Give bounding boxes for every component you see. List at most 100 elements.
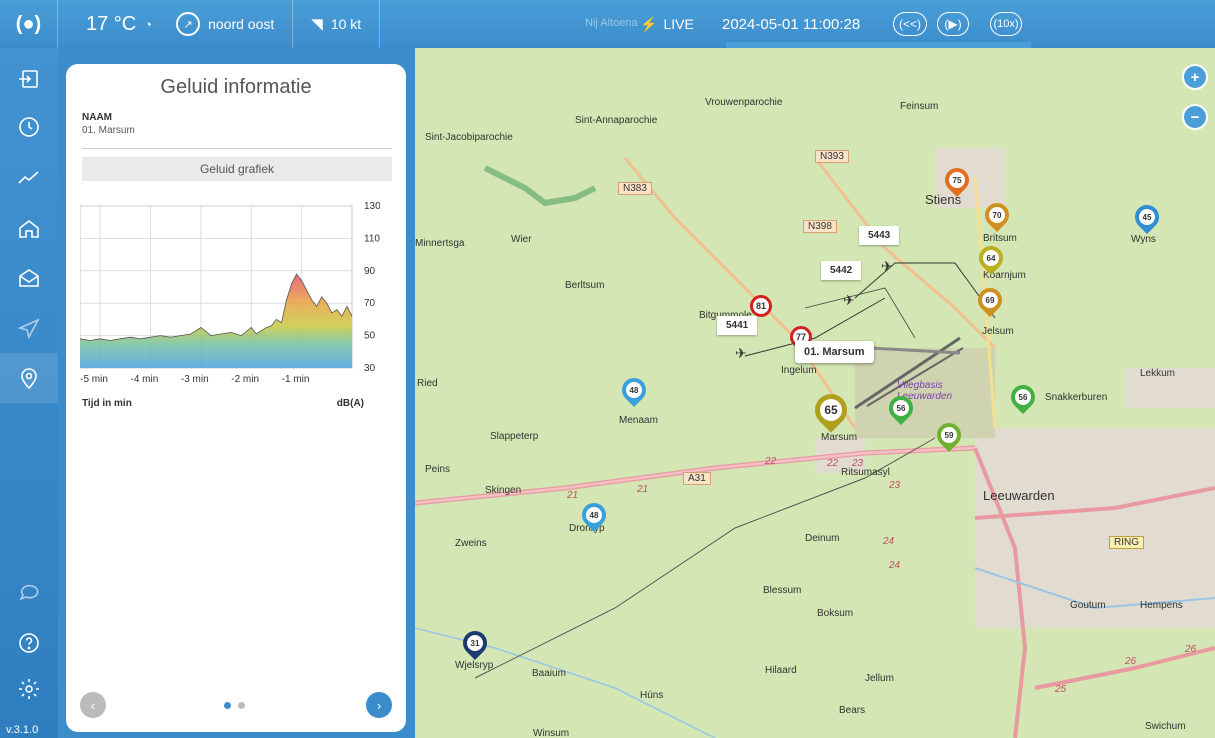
road-label: N398: [803, 220, 837, 233]
place-label: Zweins: [455, 538, 487, 549]
road-number: 24: [889, 560, 901, 571]
road-number: 25: [1055, 684, 1067, 695]
zoom-in-button[interactable]: +: [1182, 64, 1208, 90]
noise-station-pin[interactable]: 45: [1130, 200, 1164, 239]
place-label: Minnertsga: [415, 238, 465, 249]
clock-icon[interactable]: [16, 114, 42, 140]
previous-page-button[interactable]: ‹: [80, 692, 106, 718]
place-label: Blessum: [763, 585, 802, 596]
place-label: Ingelum: [781, 365, 817, 376]
place-label: Menaam: [619, 415, 658, 426]
place-label: Goutum: [1070, 600, 1106, 611]
place-label: Sint-Annaparochie: [575, 115, 658, 126]
speed-badge-button[interactable]: (10x): [990, 12, 1022, 36]
app-version: v.3.1.0: [6, 724, 39, 736]
x-tick-label: -4 min: [131, 374, 159, 385]
place-label: Marsum: [821, 432, 858, 443]
noise-station-pin[interactable]: 69: [973, 283, 1007, 322]
noise-station-pin[interactable]: 48: [577, 498, 611, 537]
place-label: Boksum: [817, 608, 854, 619]
noise-station-pin[interactable]: 56: [884, 391, 918, 430]
zoom-out-button[interactable]: −: [1182, 104, 1208, 130]
temperature-widget: 17 °C ◔: [58, 0, 164, 48]
road-label: N383: [618, 182, 652, 195]
trend-icon[interactable]: [16, 164, 42, 190]
place-label: Swichum: [1145, 721, 1186, 732]
noise-station-pin[interactable]: 31: [458, 626, 492, 665]
noise-station-pin[interactable]: 56: [1006, 380, 1040, 419]
flight-label[interactable]: 5443: [859, 226, 900, 245]
name-value: 01. Marsum: [82, 125, 135, 136]
airplane-icon[interactable]: ✈: [735, 345, 747, 362]
flight-label[interactable]: 5441: [717, 316, 758, 335]
place-label: Wier: [511, 234, 532, 245]
road-number: 23: [852, 458, 864, 469]
wind-direction-widget: ↗ noord oost: [164, 0, 286, 48]
top-bar: (●) 17 °C ◔ ↗ noord oost ◥ 10 kt Nij Alt…: [0, 0, 1215, 48]
place-label: Bears: [839, 705, 866, 716]
road-number: 26: [1185, 644, 1197, 655]
app-logo[interactable]: (●): [0, 0, 58, 48]
noise-graph-button[interactable]: Geluid grafiek: [82, 157, 392, 181]
place-label: Ried: [417, 378, 438, 389]
y-tick-label: 130: [364, 201, 380, 212]
place-label: Ritsumasyl: [841, 467, 890, 478]
page-dot[interactable]: [238, 702, 245, 709]
road-number: 23: [889, 480, 901, 491]
help-icon[interactable]: [16, 630, 42, 656]
y-tick-label: 50: [364, 331, 376, 342]
live-indicator[interactable]: ⚡ LIVE: [640, 0, 694, 48]
location-pin-icon[interactable]: [16, 366, 42, 392]
airplane-icon[interactable]: ✈: [843, 292, 855, 309]
rewind-button[interactable]: (<<): [893, 12, 927, 36]
info-panel-container: Geluid informatie NAAM 01. Marsum Geluid…: [58, 48, 415, 738]
place-label: Winsum: [533, 728, 570, 738]
airplane-icon[interactable]: ✈: [881, 258, 893, 275]
place-label: Slappeterp: [490, 431, 539, 442]
y-tick-label: 30: [364, 363, 376, 374]
y-axis-unit: dB(A): [336, 398, 364, 409]
place-label: Feinsum: [900, 101, 939, 112]
topbar-divider: [292, 0, 294, 48]
next-page-button[interactable]: ›: [366, 692, 392, 718]
road-number: 21: [637, 484, 649, 495]
mail-icon[interactable]: [16, 265, 42, 291]
name-label: NAAM: [82, 112, 112, 123]
road-label: RING: [1109, 536, 1144, 549]
page-indicator: [224, 702, 245, 709]
noise-station-pin-selected[interactable]: 65: [808, 387, 854, 433]
x-tick-label: -2 min: [231, 374, 259, 385]
place-label: Jellum: [865, 673, 894, 684]
map-view[interactable]: Vrouwenparochie Feinsum Sint-Annaparochi…: [415, 48, 1215, 738]
airplane-icon[interactable]: [16, 316, 42, 342]
place-label: Leeuwarden: [983, 488, 1055, 503]
y-tick-label: 70: [364, 298, 376, 309]
noise-station-pin[interactable]: 64: [974, 241, 1008, 280]
road-number: 26: [1125, 656, 1137, 667]
noise-station-pin[interactable]: 70: [980, 198, 1014, 237]
settings-gear-icon[interactable]: [16, 676, 42, 702]
place-label: Snakkerburen: [1045, 392, 1108, 403]
noise-event-marker[interactable]: 81: [750, 295, 772, 317]
noise-info-panel: Geluid informatie NAAM 01. Marsum Geluid…: [66, 64, 406, 732]
page-dot-active[interactable]: [224, 702, 231, 709]
wind-direction-value: noord oost: [208, 16, 275, 32]
station-tooltip: 01. Marsum: [795, 341, 874, 363]
wind-speed-widget: ◥ 10 kt: [299, 0, 373, 48]
noise-station-pin[interactable]: 48: [617, 373, 651, 412]
sidebar: v.3.1.0: [0, 48, 58, 738]
play-button[interactable]: (▶): [937, 12, 969, 36]
place-label: Baaium: [532, 668, 566, 679]
chat-icon[interactable]: [16, 580, 42, 606]
home-icon[interactable]: [16, 216, 42, 242]
road-label: N393: [815, 150, 849, 163]
noise-station-pin[interactable]: 59: [932, 418, 966, 457]
road-number: 24: [883, 536, 895, 547]
place-label: Hilaard: [765, 665, 797, 676]
faint-place-label: Nij Altoena: [585, 17, 638, 29]
wind-speed-value: 10 kt: [330, 16, 362, 32]
noise-station-pin[interactable]: 75: [940, 163, 974, 202]
place-label: Jelsum: [982, 326, 1014, 337]
flight-label[interactable]: 5442: [821, 261, 862, 280]
login-icon[interactable]: [16, 66, 42, 92]
